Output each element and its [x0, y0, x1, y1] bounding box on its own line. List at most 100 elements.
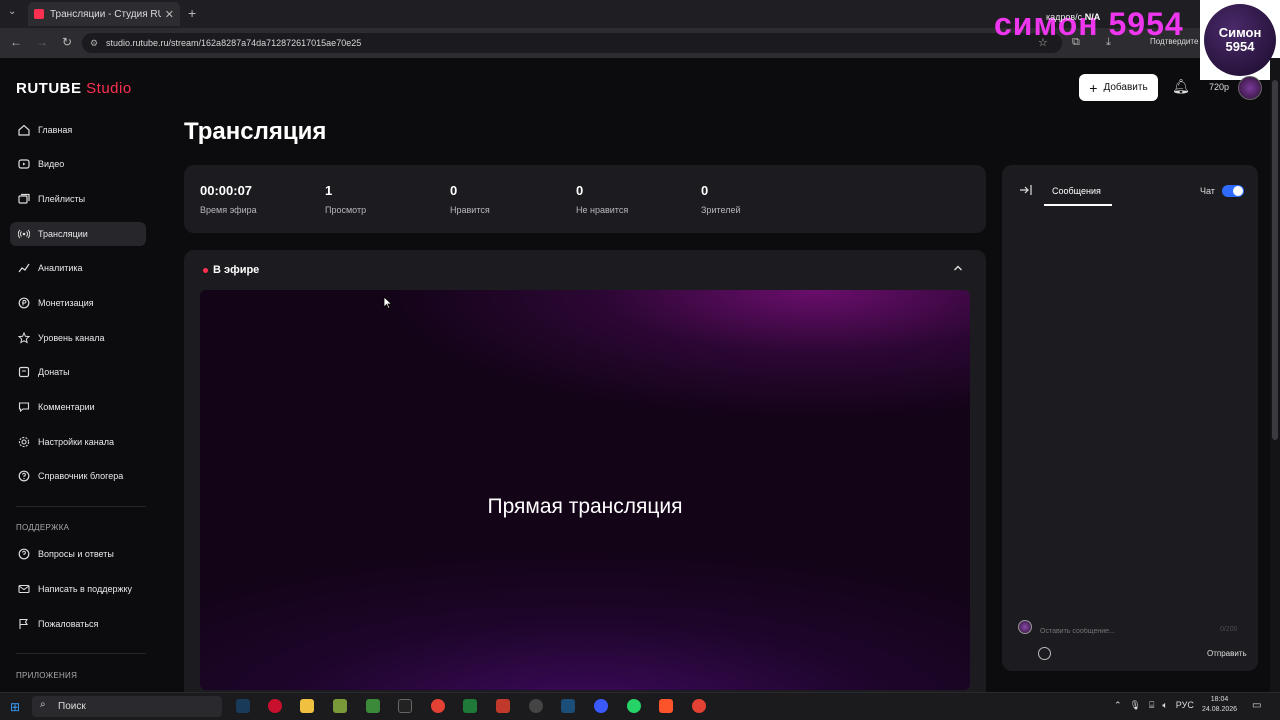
- reload-icon[interactable]: ↻: [62, 35, 72, 49]
- sidebar-item-donations[interactable]: Донаты: [10, 360, 146, 384]
- excel-icon[interactable]: [463, 699, 477, 713]
- home-icon: [16, 122, 32, 138]
- stream-player[interactable]: Прямая трансляция: [200, 290, 970, 690]
- sidebar-item-complain[interactable]: Пожаловаться: [10, 612, 146, 636]
- sidebar-item-label: Уровень канала: [38, 333, 105, 343]
- chat-message-input[interactable]: [1040, 624, 1245, 638]
- chat-panel: [1002, 165, 1258, 671]
- tab-title: Трансляции - Студия RUTUBE: [50, 8, 161, 20]
- send-button[interactable]: Отправить: [1207, 649, 1247, 658]
- sidebar-item-analytics[interactable]: Аналитика: [10, 256, 146, 280]
- scrollbar-thumb[interactable]: [1272, 80, 1278, 440]
- video-icon: [16, 156, 32, 172]
- emoji-icon[interactable]: [1038, 647, 1051, 660]
- collapse-chevron-icon[interactable]: [952, 262, 964, 277]
- user-avatar[interactable]: [1238, 76, 1262, 100]
- forward-icon[interactable]: →: [36, 35, 48, 49]
- chat-toggle[interactable]: [1222, 185, 1244, 197]
- taskbar-clock[interactable]: 18:04 24.08.2026: [1202, 695, 1237, 715]
- red-doc-icon[interactable]: [496, 699, 510, 713]
- notifications-bell-icon[interactable]: 🔔︎: [1172, 78, 1190, 95]
- stat-value: 1: [325, 183, 333, 198]
- steam-alt-icon[interactable]: [561, 699, 575, 713]
- sidebar-item-home[interactable]: Главная: [10, 118, 146, 142]
- sidebar-item-playlists[interactable]: Плейлисты: [10, 187, 146, 211]
- sidebar-item-channel-level[interactable]: Уровень канала: [10, 326, 146, 350]
- rutube-favicon-icon: [34, 9, 44, 19]
- fps-value: N/A: [1084, 12, 1101, 22]
- quality-label[interactable]: 720p: [1209, 82, 1229, 92]
- sidebar-item-video[interactable]: Видео: [10, 152, 146, 176]
- minecraft-icon[interactable]: [366, 699, 380, 713]
- tray-chevron-icon[interactable]: ⌃: [1114, 700, 1122, 711]
- brave-icon[interactable]: [659, 699, 673, 713]
- sidebar-item-label: Аналитика: [38, 263, 83, 273]
- notification-icon[interactable]: ▭: [1252, 700, 1261, 711]
- sidebar-item-label: Пожаловаться: [38, 619, 99, 629]
- stat-value: 0: [450, 183, 458, 198]
- streamer-logo-text: Симон 5954: [1204, 4, 1276, 76]
- stat-label: Нравится: [450, 205, 490, 215]
- network-icon[interactable]: ⌸: [1149, 700, 1154, 711]
- windows-start-icon[interactable]: ⊞: [10, 700, 20, 714]
- chrome-active-icon[interactable]: [692, 699, 706, 713]
- site-info-icon[interactable]: ⚙: [90, 38, 98, 49]
- tab-messages[interactable]: Сообщения: [1052, 186, 1101, 196]
- playlist-icon: [16, 191, 32, 207]
- plus-icon: +: [1089, 79, 1098, 96]
- microphone-icon[interactable]: 🎙︎: [1130, 700, 1141, 711]
- keyboard-layout[interactable]: РУС: [1176, 700, 1194, 711]
- toggle-knob: [1233, 186, 1243, 196]
- sidebar-item-broadcasts[interactable]: Трансляции: [10, 222, 146, 246]
- stat-likes: 0 Нравится: [450, 183, 490, 215]
- chat-user-avatar: [1018, 620, 1032, 634]
- sidebar-item-comments[interactable]: Комментарии: [10, 395, 146, 419]
- steam-app-icon[interactable]: [236, 699, 250, 713]
- stat-value: 0: [701, 183, 709, 198]
- tab-list-chevron-icon[interactable]: ⌄: [8, 6, 16, 17]
- sidebar-item-blogger-handbook[interactable]: Справочник блогера: [10, 464, 146, 488]
- chrome-icon[interactable]: [431, 699, 445, 713]
- fps-overlay: кадров/с N/A: [1046, 12, 1100, 22]
- taskbar-search[interactable]: Поиск: [32, 696, 222, 717]
- stat-viewers: 0 Зрителей: [701, 183, 740, 215]
- add-button[interactable]: + Добавить: [1079, 74, 1158, 101]
- system-tray: ⌃ 🎙︎ ⌸ 🔈︎ РУС: [1114, 700, 1194, 711]
- sidebar-item-label: Вопросы и ответы: [38, 549, 114, 559]
- stat-value: 0: [576, 183, 584, 198]
- collapse-chat-icon[interactable]: [1019, 184, 1033, 199]
- dark-app-icon[interactable]: [529, 699, 543, 713]
- rutube-studio-logo[interactable]: RUTUBE Studio: [16, 80, 132, 97]
- browser-tab[interactable]: Трансляции - Студия RUTUBE ✕: [28, 2, 180, 26]
- url-field[interactable]: ⚙ studio.rutube.ru/stream/162a8287a74da7…: [82, 33, 1062, 53]
- stat-label: Время эфира: [200, 205, 257, 215]
- stat-airtime: 00:00:07 Время эфира: [200, 183, 257, 215]
- tab-close-icon[interactable]: ✕: [165, 8, 174, 21]
- sidebar-item-label: Настройки канала: [38, 437, 115, 447]
- flag-icon: [16, 616, 32, 632]
- live-indicator-dot: [203, 268, 208, 273]
- whatsapp-icon[interactable]: [627, 699, 641, 713]
- taskbar-search-label: Поиск: [58, 701, 86, 712]
- new-tab-button[interactable]: +: [188, 5, 196, 21]
- stat-value: 00:00:07: [200, 183, 253, 198]
- file-explorer-icon[interactable]: [300, 699, 314, 713]
- sidebar-item-monetization[interactable]: Монетизация: [10, 291, 146, 315]
- red-app-icon[interactable]: [268, 699, 282, 713]
- volume-icon[interactable]: 🔈︎: [1162, 700, 1167, 711]
- sidebar-item-faq[interactable]: Вопросы и ответы: [10, 542, 146, 566]
- level-icon: [16, 330, 32, 346]
- sidebar-item-channel-settings[interactable]: Настройки канала: [10, 430, 146, 454]
- sidebar-item-label: Справочник блогера: [38, 471, 124, 481]
- sidebar-item-label: Главная: [38, 125, 73, 135]
- obs-app-icon[interactable]: [398, 699, 412, 713]
- pen-app-icon[interactable]: [333, 699, 347, 713]
- url-text: studio.rutube.ru/stream/162a8287a74da712…: [106, 38, 362, 48]
- ea-app-icon[interactable]: [594, 699, 608, 713]
- back-icon[interactable]: ←: [10, 35, 22, 49]
- char-count: 0/200: [1220, 626, 1238, 633]
- sidebar-item-write-support[interactable]: Написать в поддержку: [10, 577, 146, 601]
- stat-label: Не нравится: [576, 205, 629, 215]
- sidebar-item-label: Комментарии: [38, 402, 95, 412]
- comments-icon: [16, 399, 32, 415]
